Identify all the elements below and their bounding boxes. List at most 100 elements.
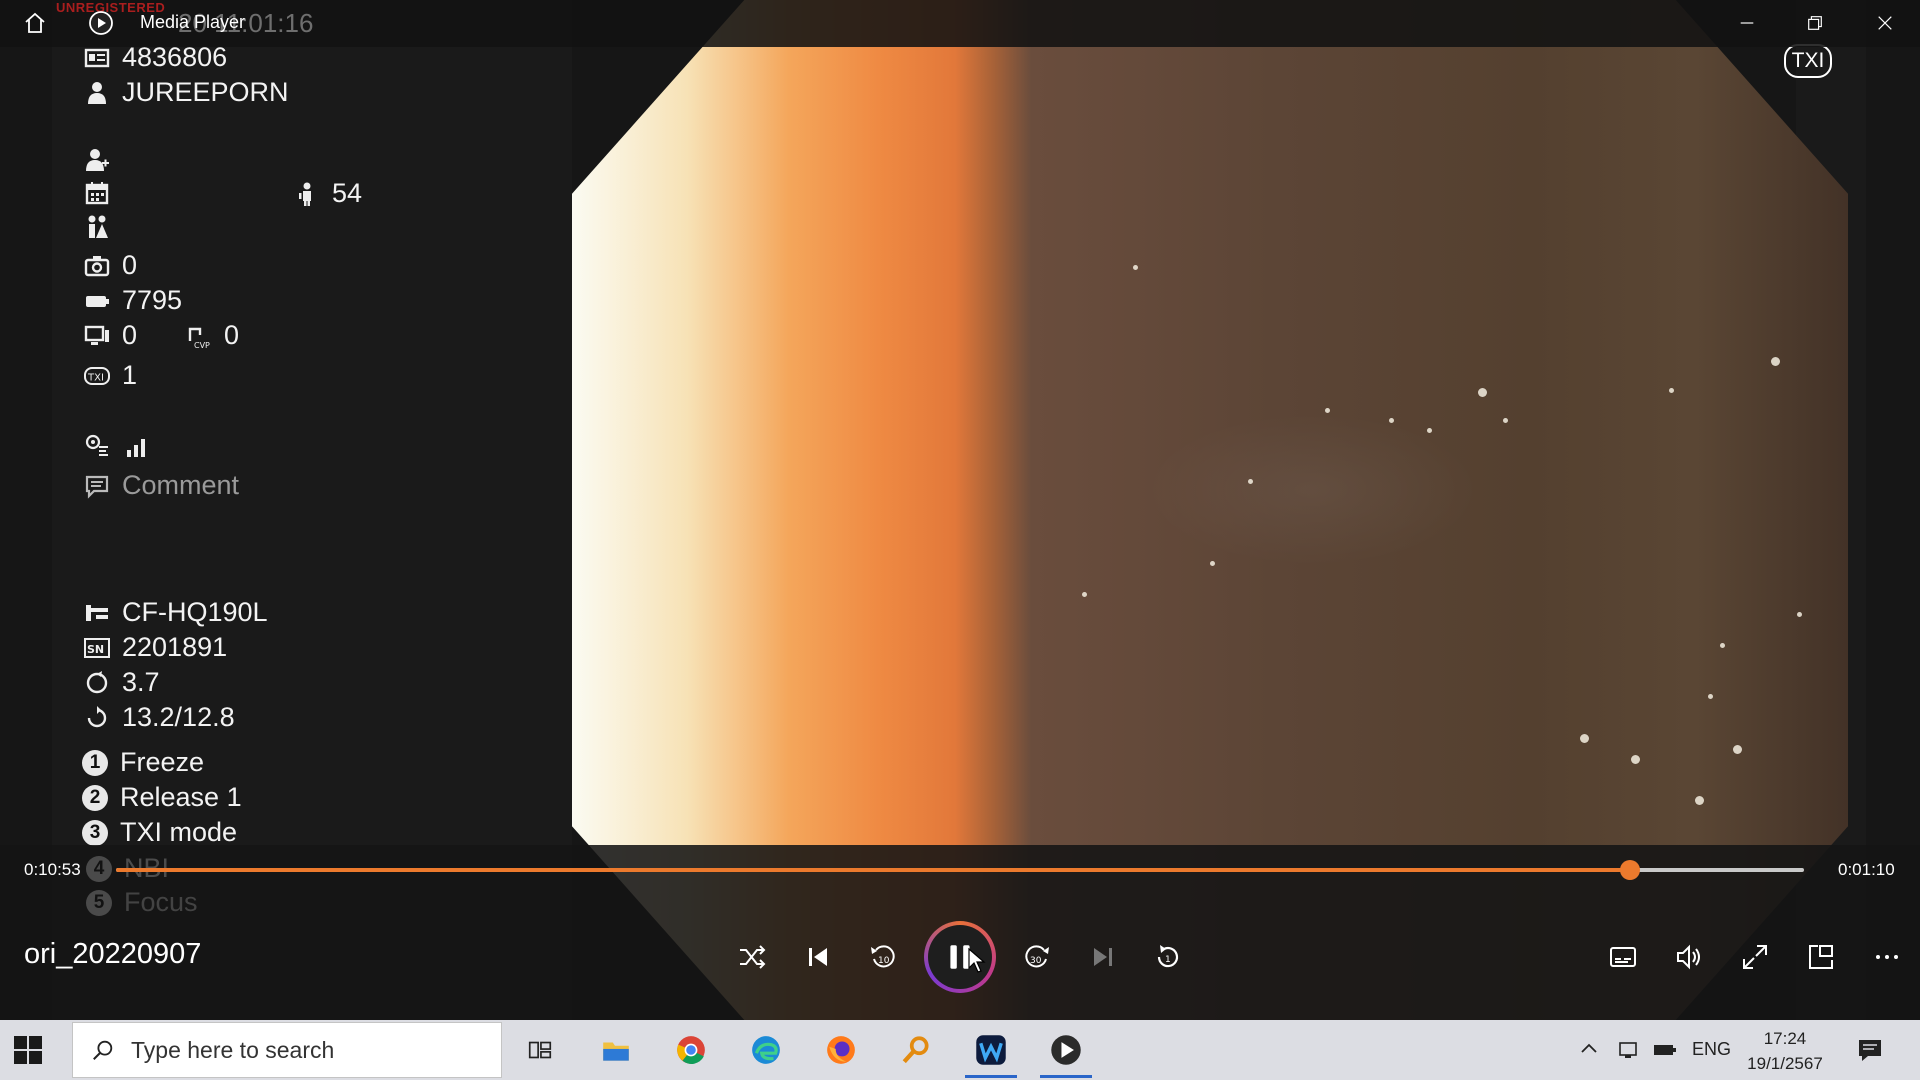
mini-player-icon bbox=[1809, 945, 1833, 969]
file-explorer-button[interactable] bbox=[586, 1022, 646, 1078]
repeat-button[interactable]: 1 bbox=[1143, 932, 1193, 982]
search-icon bbox=[93, 1040, 113, 1060]
function-number-2: 2 bbox=[82, 784, 108, 811]
mouse-cursor-icon bbox=[968, 948, 986, 973]
rewind-10-button[interactable]: 10 bbox=[858, 932, 908, 982]
firefox-icon bbox=[827, 1036, 855, 1064]
function-1: 1 Freeze bbox=[82, 747, 204, 778]
function-label-1: Freeze bbox=[120, 747, 205, 777]
media-player-taskbar-button[interactable] bbox=[1036, 1022, 1096, 1078]
edge-button[interactable] bbox=[736, 1022, 796, 1078]
subtitles-icon bbox=[1610, 947, 1636, 967]
subtitles-button[interactable] bbox=[1598, 932, 1648, 982]
clock[interactable]: 17:24 19/1/2567 bbox=[1740, 1026, 1830, 1076]
media-player-taskbar-icon bbox=[1051, 1035, 1081, 1065]
signal-bars-icon bbox=[122, 431, 152, 461]
home-icon bbox=[25, 12, 45, 33]
previous-button[interactable] bbox=[793, 932, 843, 982]
function-number-3: 3 bbox=[82, 819, 108, 846]
doctor-icon bbox=[82, 145, 112, 175]
comment-label: Comment bbox=[122, 470, 240, 500]
webex-button[interactable] bbox=[961, 1022, 1021, 1078]
txi-icon: TXI bbox=[82, 361, 112, 391]
search-app-button[interactable] bbox=[886, 1022, 946, 1078]
rewind-10-icon: 10 bbox=[871, 945, 895, 968]
svg-text:1: 1 bbox=[1165, 955, 1171, 965]
capture-count: 0 bbox=[122, 250, 138, 280]
seek-thumb[interactable] bbox=[1620, 860, 1640, 880]
language-indicator[interactable]: ENG bbox=[1692, 1039, 1731, 1060]
function-number-4: 4 bbox=[86, 855, 112, 882]
function-number-1: 1 bbox=[82, 749, 108, 776]
eye-settings-icon bbox=[82, 431, 112, 461]
shuffle-button[interactable] bbox=[727, 932, 777, 982]
home-button[interactable] bbox=[20, 8, 50, 38]
minimize-button[interactable] bbox=[1732, 8, 1762, 38]
cvp-icon: CVP bbox=[184, 321, 214, 351]
volume-icon bbox=[1677, 944, 1700, 970]
date-row bbox=[82, 178, 122, 208]
svg-text:CVP: CVP bbox=[194, 341, 210, 349]
taskbar-search[interactable]: Type here to search bbox=[72, 1022, 502, 1078]
time-remaining: 0:01:10 bbox=[1838, 860, 1895, 879]
scope-icon bbox=[82, 598, 112, 628]
edge-icon bbox=[752, 1036, 780, 1064]
media-player-icon bbox=[89, 11, 113, 35]
close-button[interactable] bbox=[1870, 8, 1900, 38]
search-placeholder: Type here to search bbox=[131, 1036, 335, 1063]
patient-info-overlay: 4836806 JUREEPORN 54 0 7795 0 CVP 0 TXI … bbox=[82, 0, 482, 920]
chrome-button[interactable] bbox=[661, 1022, 721, 1078]
firefox-button[interactable] bbox=[811, 1022, 871, 1078]
chrome-icon bbox=[677, 1036, 705, 1064]
patient-name-row: JUREEPORN bbox=[82, 77, 289, 108]
battery-tray-icon[interactable] bbox=[1652, 1038, 1678, 1062]
restore-button[interactable] bbox=[1800, 8, 1830, 38]
cvp-value: 0 bbox=[224, 320, 240, 350]
restore-icon bbox=[1808, 16, 1822, 30]
cycle-icon bbox=[82, 703, 112, 733]
comment-icon bbox=[82, 471, 112, 501]
capture-row: 0 bbox=[82, 250, 137, 281]
clock-time: 17:24 bbox=[1763, 1029, 1807, 1048]
clock-date: 19/1/2567 bbox=[1747, 1054, 1823, 1073]
next-button[interactable] bbox=[1078, 932, 1128, 982]
volume-button[interactable] bbox=[1664, 932, 1714, 982]
forward-30-icon: 30 bbox=[1025, 945, 1049, 968]
value-a: 3.7 bbox=[122, 667, 160, 697]
app-title: Media Player bbox=[140, 12, 246, 32]
serial-row: SN 2201891 bbox=[82, 632, 227, 663]
scope-model: CF-HQ190L bbox=[122, 597, 268, 627]
monitor-value: 0 bbox=[122, 320, 138, 350]
seek-progress bbox=[116, 868, 1630, 872]
settings-row bbox=[82, 431, 162, 461]
gender-icon bbox=[82, 212, 112, 242]
windows-start-icon[interactable] bbox=[12, 1034, 44, 1066]
calendar-icon bbox=[82, 178, 112, 208]
task-view-button[interactable] bbox=[510, 1022, 570, 1078]
webex-icon bbox=[976, 1035, 1006, 1065]
scope-model-row: CF-HQ190L bbox=[82, 597, 268, 628]
forward-30-button[interactable]: 30 bbox=[1012, 932, 1062, 982]
notification-icon[interactable] bbox=[1856, 1036, 1884, 1064]
patient-age: 54 bbox=[332, 178, 363, 208]
repeat-one-icon: 1 bbox=[1157, 945, 1179, 968]
chevron-up-icon[interactable] bbox=[1578, 1038, 1600, 1060]
value-b-row: 13.2/12.8 bbox=[82, 702, 235, 733]
function-2: 2 Release 1 bbox=[82, 782, 242, 813]
battery-icon bbox=[82, 286, 112, 316]
txi-value: 1 bbox=[122, 360, 138, 390]
task-view-icon bbox=[528, 1041, 552, 1059]
value-b: 13.2/12.8 bbox=[122, 702, 235, 732]
txi-row: TXI 1 bbox=[82, 360, 137, 391]
more-options-button[interactable] bbox=[1862, 932, 1912, 982]
meet-now-icon[interactable] bbox=[1616, 1038, 1640, 1062]
function-5: 5 Focus bbox=[86, 887, 198, 918]
mini-player-button[interactable] bbox=[1796, 932, 1846, 982]
magnifier-app-icon bbox=[902, 1036, 929, 1064]
fullscreen-button[interactable] bbox=[1730, 932, 1780, 982]
svg-text:10: 10 bbox=[878, 956, 890, 966]
previous-icon bbox=[809, 948, 827, 966]
title-bar[interactable]: UNREGISTERED 20 11:01:16 Media Player bbox=[0, 0, 1920, 47]
monitor-row: 0 bbox=[82, 320, 137, 351]
person-icon bbox=[82, 78, 112, 108]
